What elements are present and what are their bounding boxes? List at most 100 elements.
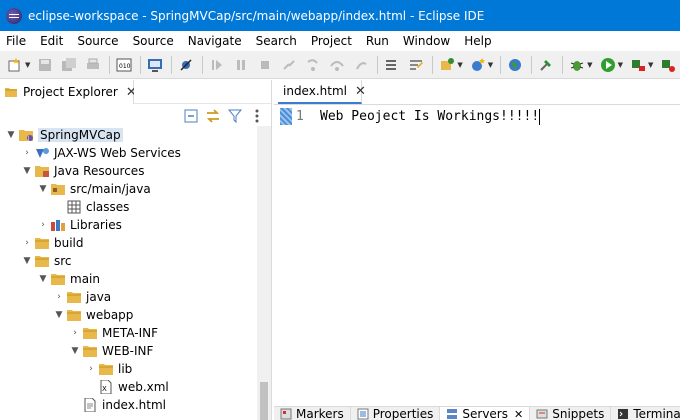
chevron-down-icon[interactable]: ▼ xyxy=(36,274,50,284)
tree-item-index-html[interactable]: index.html xyxy=(0,396,258,414)
editor-tab-index-html[interactable]: index.html ✕ xyxy=(278,80,366,104)
tab-label: Terminal xyxy=(633,407,680,420)
run-icon[interactable] xyxy=(599,56,617,74)
tab-terminal[interactable]: Terminal xyxy=(611,407,680,420)
code-editor[interactable]: 1 Web Peoject Is Workings!!!!! xyxy=(274,104,680,406)
menu-run[interactable]: Run xyxy=(359,31,396,51)
chevron-down-icon[interactable]: ▼ xyxy=(648,61,653,69)
tree-item-java[interactable]: › java xyxy=(0,288,258,306)
menu-edit[interactable]: Edit xyxy=(33,31,70,51)
menu-navigate[interactable]: Navigate xyxy=(181,31,249,51)
chevron-right-icon[interactable]: › xyxy=(20,238,34,248)
tree-item-main[interactable]: ▼ main xyxy=(0,270,258,288)
chevron-right-icon[interactable]: › xyxy=(68,328,82,338)
toolbar-separator xyxy=(500,55,502,74)
menu-window[interactable]: Window xyxy=(396,31,457,51)
tree-item-meta-inf[interactable]: › META-INF xyxy=(0,324,258,342)
chevron-right-icon[interactable]: › xyxy=(20,148,34,158)
tree-item-build[interactable]: › build xyxy=(0,234,258,252)
tree-item-src-main-java[interactable]: ▼ src/main/java xyxy=(0,180,258,198)
chevron-down-icon[interactable]: ▼ xyxy=(20,166,34,176)
filter-icon[interactable] xyxy=(227,108,243,124)
tree-item-java-resources[interactable]: ▼ Java Resources xyxy=(0,162,258,180)
menu-help[interactable]: Help xyxy=(457,31,498,51)
tree-item-classes[interactable]: classes xyxy=(0,198,258,216)
chevron-down-icon[interactable]: ▼ xyxy=(52,310,66,320)
chevron-right-icon[interactable]: › xyxy=(36,220,50,230)
globe-icon[interactable] xyxy=(506,56,524,74)
tree-item-web-xml[interactable]: Xweb.xml xyxy=(0,378,258,396)
tab-properties[interactable]: Properties xyxy=(351,407,441,420)
tree-item-jax-ws-web-services[interactable]: › JAX-WS Web Services xyxy=(0,144,258,162)
tree-item-label: JAX-WS Web Services xyxy=(54,146,181,160)
chevron-right-icon[interactable]: › xyxy=(52,292,66,302)
save-icon[interactable] xyxy=(36,56,54,74)
close-icon[interactable]: ✕ xyxy=(355,84,366,99)
step-into-icon[interactable] xyxy=(304,56,322,74)
tab-markers[interactable]: Markers xyxy=(274,407,351,420)
coverage-icon[interactable] xyxy=(659,56,677,74)
run-last-tool-icon[interactable] xyxy=(537,56,555,74)
chevron-down-icon[interactable]: ▼ xyxy=(36,184,50,194)
project-explorer-tab[interactable]: Project Explorer ✕ xyxy=(0,80,137,104)
new-icon[interactable] xyxy=(6,56,24,74)
tab-snippets[interactable]: Snippets xyxy=(530,407,612,420)
chevron-down-icon[interactable]: ▼ xyxy=(587,61,592,69)
debug-icon[interactable] xyxy=(568,56,586,74)
properties-icon xyxy=(357,408,369,420)
new-java-icon[interactable] xyxy=(469,56,487,74)
tree-item-webapp[interactable]: ▼ webapp xyxy=(0,306,258,324)
print-icon[interactable] xyxy=(84,56,102,74)
scrollbar-thumb[interactable] xyxy=(260,382,268,420)
snippets-icon xyxy=(536,408,548,420)
code-line[interactable]: Web Peoject Is Workings!!!!! xyxy=(320,108,541,125)
tab-label: Servers xyxy=(462,407,508,420)
folder-icon xyxy=(34,254,50,268)
collapse-all-icon[interactable] xyxy=(183,108,199,124)
chevron-right-icon[interactable]: › xyxy=(84,364,98,374)
current-line-marker xyxy=(280,108,292,125)
step-over-icon[interactable] xyxy=(328,56,346,74)
mark-occurrences-icon[interactable] xyxy=(407,56,425,74)
suspend-icon[interactable] xyxy=(232,56,250,74)
toolbar-separator xyxy=(562,55,564,74)
view-menu-icon[interactable] xyxy=(249,108,265,124)
tree-item-label: WEB-INF xyxy=(102,344,154,358)
tree-item-lib[interactable]: › lib xyxy=(0,360,258,378)
menu-source-2[interactable]: Source xyxy=(126,31,181,51)
chevron-down-icon[interactable]: ▼ xyxy=(68,346,82,356)
binary-icon[interactable]: 010 xyxy=(115,56,133,74)
save-all-icon[interactable] xyxy=(60,56,78,74)
tree-item-springmvcap[interactable]: ▼ J SpringMVCap xyxy=(0,126,258,144)
skip-breakpoints-icon[interactable] xyxy=(177,56,195,74)
link-with-editor-icon[interactable] xyxy=(205,108,221,124)
step-return-icon[interactable] xyxy=(352,56,370,74)
window-title: eclipse-workspace - SpringMVCap/src/main… xyxy=(28,8,485,23)
console-icon[interactable] xyxy=(146,56,164,74)
toggle-block-icon[interactable] xyxy=(383,56,401,74)
resume-icon[interactable] xyxy=(208,56,226,74)
terminate-icon[interactable] xyxy=(256,56,274,74)
chevron-down-icon[interactable]: ▼ xyxy=(457,61,462,69)
menu-project[interactable]: Project xyxy=(304,31,359,51)
external-tools-icon[interactable] xyxy=(629,56,647,74)
new-server-icon[interactable] xyxy=(438,56,456,74)
menu-search[interactable]: Search xyxy=(249,31,304,51)
terminal-icon xyxy=(617,408,629,420)
chevron-down-icon[interactable]: ▼ xyxy=(4,130,18,140)
tree-item-web-inf[interactable]: ▼ WEB-INF xyxy=(0,342,258,360)
menu-source[interactable]: Source xyxy=(70,31,125,51)
chevron-down-icon[interactable]: ▼ xyxy=(25,61,30,69)
chevron-down-icon[interactable]: ▼ xyxy=(488,61,493,69)
menu-file[interactable]: File xyxy=(0,31,33,51)
tree-item-label: web.xml xyxy=(118,380,169,394)
explorer-scrollbar[interactable] xyxy=(257,126,271,420)
close-icon[interactable]: ✕ xyxy=(514,408,523,420)
tab-label: Snippets xyxy=(552,407,605,420)
disconnect-icon[interactable] xyxy=(280,56,298,74)
tree-item-libraries[interactable]: › Libraries xyxy=(0,216,258,234)
chevron-down-icon[interactable]: ▼ xyxy=(618,61,623,69)
tree-item-src[interactable]: ▼ src xyxy=(0,252,258,270)
tab-servers[interactable]: Servers ✕ xyxy=(440,407,531,420)
chevron-down-icon[interactable]: ▼ xyxy=(20,256,34,266)
